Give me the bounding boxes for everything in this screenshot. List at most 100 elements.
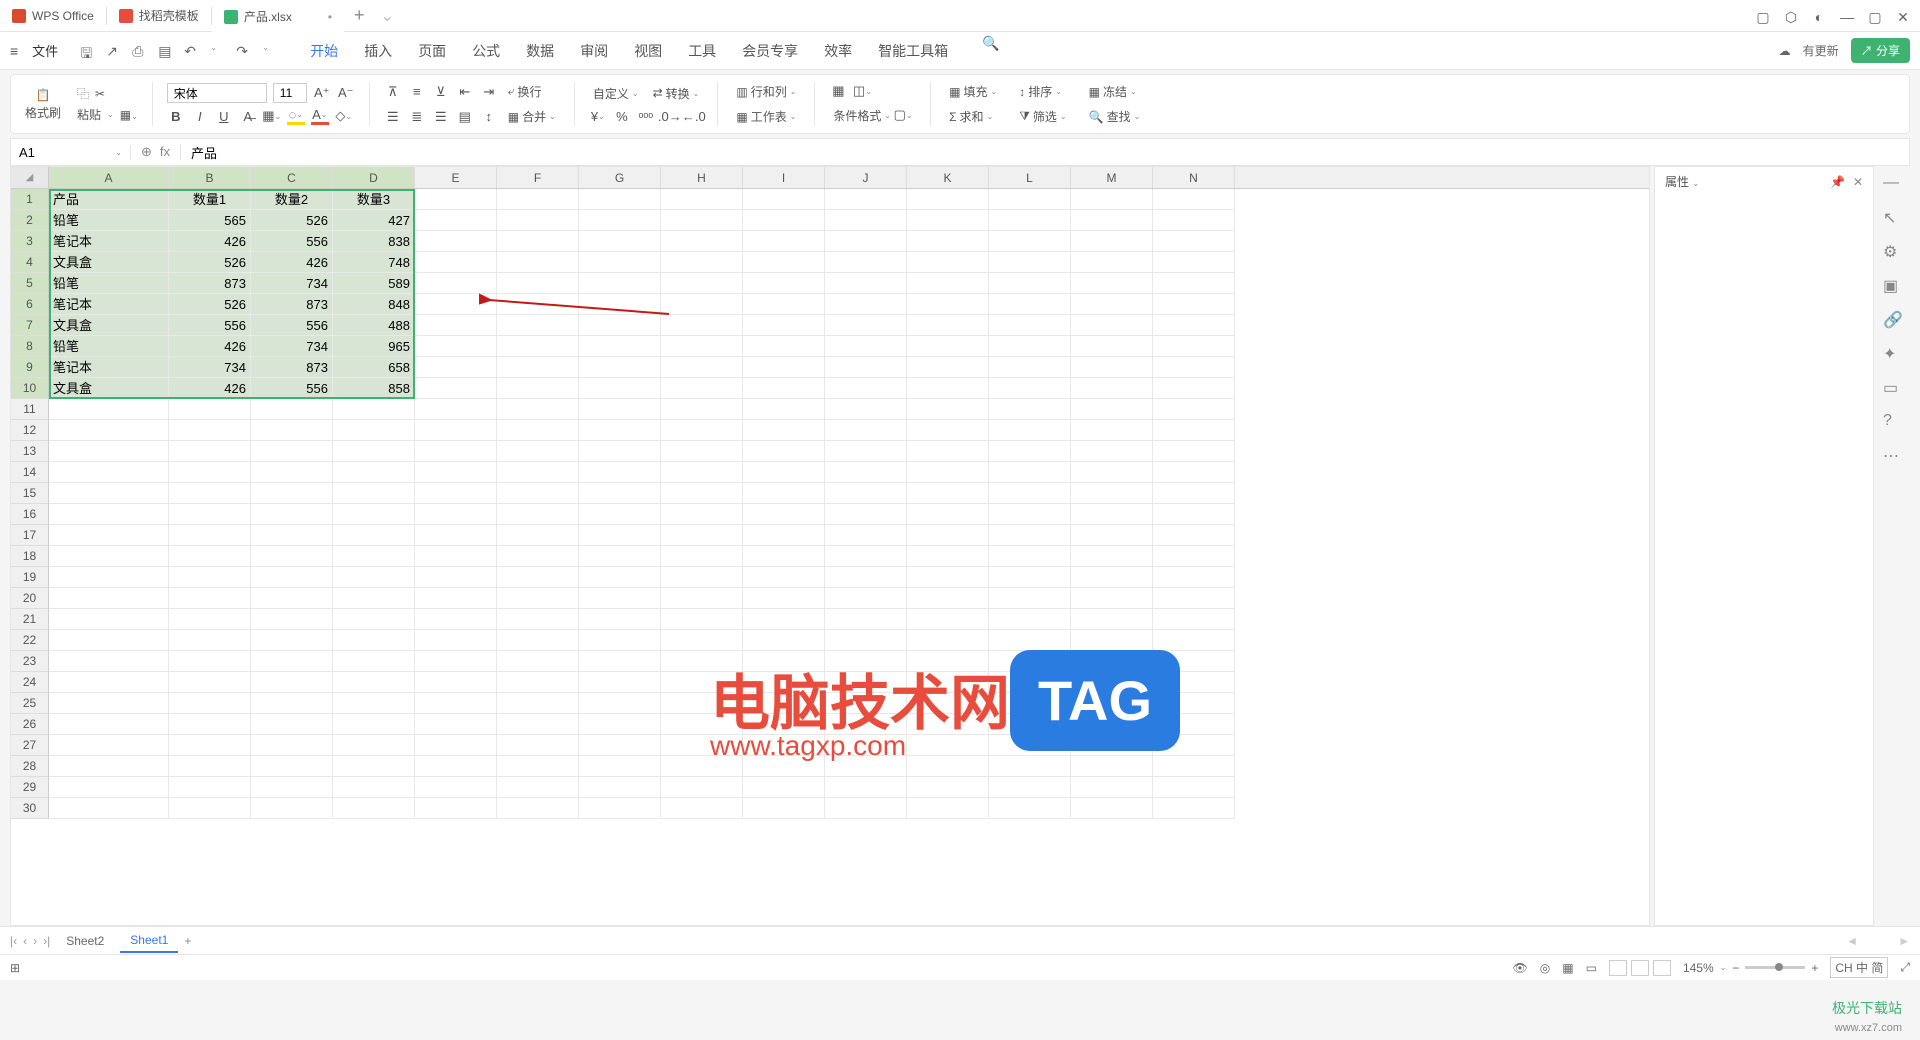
spreadsheet-grid[interactable]: ◢ A B C D E F G H I J K L M N 1产品数量1数量2数… bbox=[10, 166, 1650, 926]
cell[interactable] bbox=[907, 567, 989, 588]
cell[interactable] bbox=[743, 798, 825, 819]
row-header[interactable]: 20 bbox=[11, 588, 49, 609]
cell[interactable] bbox=[989, 714, 1071, 735]
cell[interactable] bbox=[1153, 462, 1235, 483]
cell[interactable] bbox=[989, 231, 1071, 252]
cell[interactable] bbox=[1153, 273, 1235, 294]
cell[interactable] bbox=[743, 210, 825, 231]
cell[interactable] bbox=[1071, 588, 1153, 609]
cell[interactable] bbox=[1071, 504, 1153, 525]
cell[interactable] bbox=[579, 672, 661, 693]
cell[interactable] bbox=[825, 609, 907, 630]
cell[interactable] bbox=[333, 756, 415, 777]
cell[interactable] bbox=[907, 420, 989, 441]
cell[interactable] bbox=[907, 735, 989, 756]
cell[interactable] bbox=[907, 462, 989, 483]
cell[interactable] bbox=[579, 252, 661, 273]
cell[interactable] bbox=[497, 357, 579, 378]
cell[interactable] bbox=[497, 777, 579, 798]
panel-icon[interactable]: ▢ bbox=[1756, 9, 1770, 23]
cell[interactable] bbox=[497, 441, 579, 462]
cell[interactable] bbox=[661, 504, 743, 525]
table-style-icon[interactable]: ▦ bbox=[829, 82, 847, 100]
font-select[interactable] bbox=[167, 83, 267, 103]
cell[interactable] bbox=[989, 483, 1071, 504]
cell[interactable] bbox=[661, 756, 743, 777]
underline-icon[interactable]: U bbox=[215, 107, 233, 125]
cell[interactable] bbox=[169, 483, 251, 504]
cell[interactable] bbox=[907, 273, 989, 294]
cell[interactable] bbox=[907, 588, 989, 609]
sheet-prev-icon[interactable]: ‹ bbox=[23, 934, 27, 948]
cell[interactable]: 产品 bbox=[49, 189, 169, 210]
cell[interactable] bbox=[907, 231, 989, 252]
cell[interactable] bbox=[989, 630, 1071, 651]
cell[interactable] bbox=[1153, 336, 1235, 357]
cell[interactable]: 556 bbox=[251, 231, 333, 252]
row-header[interactable]: 29 bbox=[11, 777, 49, 798]
cell[interactable] bbox=[49, 651, 169, 672]
cell[interactable] bbox=[1153, 609, 1235, 630]
cell[interactable] bbox=[661, 231, 743, 252]
cell[interactable] bbox=[579, 336, 661, 357]
row-header[interactable]: 7 bbox=[11, 315, 49, 336]
cell[interactable] bbox=[415, 756, 497, 777]
comma-icon[interactable]: ᵒᵒᵒ bbox=[637, 108, 655, 126]
cell[interactable] bbox=[989, 462, 1071, 483]
nav-start[interactable]: 开始 bbox=[306, 35, 342, 67]
cell[interactable] bbox=[661, 777, 743, 798]
sheet-tab-2[interactable]: Sheet2 bbox=[56, 930, 114, 952]
cell[interactable] bbox=[743, 609, 825, 630]
cell[interactable] bbox=[825, 777, 907, 798]
cell[interactable] bbox=[1071, 693, 1153, 714]
cell[interactable] bbox=[579, 210, 661, 231]
cell[interactable] bbox=[743, 672, 825, 693]
cell[interactable] bbox=[497, 588, 579, 609]
col-header-k[interactable]: K bbox=[907, 167, 989, 188]
cell[interactable] bbox=[169, 798, 251, 819]
cell[interactable] bbox=[497, 546, 579, 567]
view-normal-icon[interactable] bbox=[1609, 960, 1627, 976]
cell[interactable] bbox=[49, 714, 169, 735]
sheet-first-icon[interactable]: |‹ bbox=[10, 934, 17, 948]
cell[interactable] bbox=[1153, 651, 1235, 672]
row-header[interactable]: 17 bbox=[11, 525, 49, 546]
cell[interactable] bbox=[661, 588, 743, 609]
cell[interactable] bbox=[989, 546, 1071, 567]
cell[interactable] bbox=[1153, 756, 1235, 777]
cell[interactable] bbox=[1071, 420, 1153, 441]
save-icon[interactable]: 🖫 bbox=[80, 43, 96, 59]
close-icon[interactable]: ✕ bbox=[1896, 9, 1910, 23]
cell[interactable] bbox=[1071, 462, 1153, 483]
cell[interactable] bbox=[1071, 609, 1153, 630]
cell[interactable] bbox=[497, 210, 579, 231]
cell[interactable] bbox=[825, 630, 907, 651]
cell[interactable] bbox=[169, 714, 251, 735]
zoom-in-icon[interactable]: + bbox=[1811, 961, 1818, 975]
cell[interactable]: 873 bbox=[169, 273, 251, 294]
cell[interactable] bbox=[333, 693, 415, 714]
target-icon[interactable]: ◎ bbox=[1540, 961, 1550, 975]
cell[interactable] bbox=[169, 588, 251, 609]
cell[interactable] bbox=[743, 756, 825, 777]
percent-icon[interactable]: % bbox=[613, 108, 631, 126]
cell[interactable] bbox=[1071, 189, 1153, 210]
cell[interactable] bbox=[579, 483, 661, 504]
cell[interactable] bbox=[907, 189, 989, 210]
find-button[interactable]: 🔍查找⌄ bbox=[1085, 106, 1145, 127]
cell[interactable] bbox=[169, 609, 251, 630]
cell[interactable] bbox=[907, 798, 989, 819]
cell[interactable] bbox=[415, 231, 497, 252]
cell[interactable] bbox=[825, 462, 907, 483]
select-all-corner[interactable]: ◢ bbox=[11, 167, 49, 188]
cell[interactable] bbox=[579, 777, 661, 798]
expand-icon[interactable]: ⤢ bbox=[1900, 960, 1910, 975]
cell[interactable] bbox=[579, 399, 661, 420]
nav-efficiency[interactable]: 效率 bbox=[820, 35, 856, 67]
cell[interactable] bbox=[825, 714, 907, 735]
cell[interactable] bbox=[579, 735, 661, 756]
cell[interactable] bbox=[49, 399, 169, 420]
cell[interactable] bbox=[1153, 357, 1235, 378]
cell[interactable] bbox=[907, 294, 989, 315]
cell[interactable] bbox=[1153, 294, 1235, 315]
